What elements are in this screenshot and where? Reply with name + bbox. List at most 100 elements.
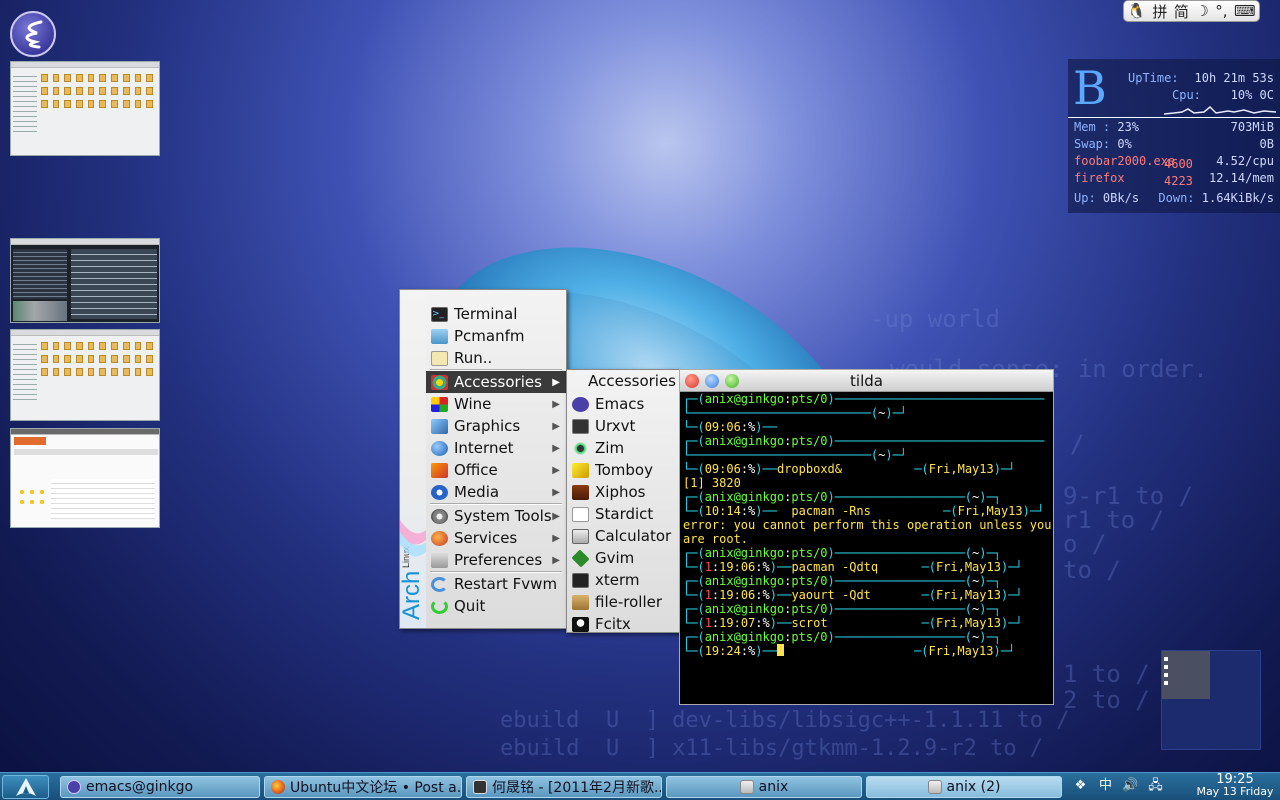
submenu-item-label: Stardict: [595, 505, 654, 523]
submenu-item-fcitx[interactable]: Fcitx: [567, 613, 679, 635]
ime-halfwidth-icon[interactable]: ☽: [1195, 2, 1208, 20]
swap-percent: 0%: [1117, 137, 1132, 151]
submenu-item-zim[interactable]: Zim: [567, 437, 679, 459]
taskbar-item-anix-2[interactable]: anix (2): [866, 776, 1062, 798]
menu-item-quit[interactable]: Quit: [426, 595, 566, 617]
submenu-item-file-roller[interactable]: file-roller: [567, 591, 679, 613]
ime-simplified-indicator[interactable]: 简: [1174, 1, 1189, 22]
submenu-arrow-icon: ▶: [552, 442, 560, 454]
submenu-item-xterm[interactable]: xterm: [567, 569, 679, 591]
submenu-arrow-icon: ▶: [552, 464, 560, 476]
menu-item-label: Graphics: [454, 417, 521, 435]
ime-punct-icon[interactable]: °,: [1215, 2, 1227, 20]
submenu-item-label: Urxvt: [595, 417, 636, 435]
task-label: anix: [758, 779, 789, 795]
bg-code-line: r1 to /: [1063, 506, 1165, 534]
menu-item-wine[interactable]: Wine ▶: [426, 393, 566, 415]
root-menu: Arch Linux >_ Terminal Pcmanfm Run.. Acc…: [398, 289, 567, 629]
menu-item-label: Services: [454, 529, 518, 547]
menu-item-label: Internet: [454, 439, 514, 457]
clock[interactable]: 19:25 May 13 Friday: [1193, 773, 1277, 798]
emacs-launcher-icon[interactable]: [10, 11, 56, 57]
submenu-arrow-icon: ▶: [552, 420, 560, 432]
submenu-item-urxvt[interactable]: Urxvt: [567, 415, 679, 437]
folder-icon: [739, 780, 754, 794]
process-value: 12.14/mem: [1208, 171, 1274, 185]
submenu-item-emacs[interactable]: Emacs: [567, 393, 679, 415]
menu-item-system-tools[interactable]: System Tools ▶: [426, 505, 566, 527]
minimize-button[interactable]: [705, 374, 719, 388]
penguin-icon[interactable]: 🐧: [1127, 2, 1146, 20]
start-menu-button[interactable]: [2, 775, 49, 799]
window-titlebar[interactable]: tilda: [680, 370, 1053, 392]
task-label: Ubuntu中文论坛 • Post a...: [290, 780, 462, 796]
terminal-output[interactable]: ┌─(anix@ginkgo:pts/0)───────────────────…: [680, 392, 1053, 704]
menu-item-pcmanfm[interactable]: Pcmanfm: [426, 325, 566, 347]
tilda-window[interactable]: tilda ┌─(anix@ginkgo:pts/0)─────────────…: [679, 369, 1054, 705]
submenu-item-label: Emacs: [595, 395, 645, 413]
submenu-item-stardict[interactable]: Stardict: [567, 503, 679, 525]
submenu-arrow-icon: ▶: [552, 398, 560, 410]
ime-pinyin-indicator[interactable]: 拼: [1152, 1, 1167, 22]
menu-item-label: Restart Fvwm: [454, 575, 558, 593]
menu-item-graphics[interactable]: Graphics ▶: [426, 415, 566, 437]
globe-icon: [431, 440, 448, 456]
taskbar-item-music[interactable]: 何晟铭 - [2011年2月新歌...: [466, 776, 662, 798]
accessories-icon: [431, 374, 448, 390]
keyboard-icon[interactable]: ⌨: [1234, 2, 1256, 20]
preferences-icon: [431, 552, 448, 568]
run-icon: [431, 350, 448, 366]
menu-item-services[interactable]: Services ▶: [426, 527, 566, 549]
submenu-item-gvim[interactable]: Gvim: [567, 547, 679, 569]
bg-code-line: o /: [1063, 530, 1107, 558]
taskbar-item-anix[interactable]: anix: [666, 776, 862, 798]
volume-icon[interactable]: 🔊: [1122, 777, 1139, 794]
accessories-submenu: Accessories Emacs Urxvt Zim Tomboy Xipho…: [566, 369, 680, 633]
cpu-value: 10% 0C: [1230, 88, 1274, 102]
submenu-item-xiphos[interactable]: Xiphos: [567, 481, 679, 503]
pager-thumb-desk2[interactable]: [10, 238, 160, 323]
zim-icon: [572, 440, 589, 456]
bg-code-line: to /: [1063, 556, 1121, 584]
taskbar-item-firefox[interactable]: Ubuntu中文论坛 • Post a...: [264, 776, 462, 798]
swap-label: Swap:: [1074, 137, 1111, 151]
menu-item-label: Accessories: [454, 373, 542, 391]
submenu-item-calculator[interactable]: Calculator: [567, 525, 679, 547]
menu-item-restart-fvwm[interactable]: Restart Fvwm: [426, 573, 566, 595]
menu-item-media[interactable]: Media ▶: [426, 481, 566, 503]
input-method-icon[interactable]: 中: [1097, 777, 1114, 794]
menu-item-internet[interactable]: Internet ▶: [426, 437, 566, 459]
power-icon: [431, 598, 448, 614]
task-label: anix (2): [946, 779, 1001, 795]
pager-thumb-desk3[interactable]: [10, 329, 160, 421]
network-icon[interactable]: 🖧: [1147, 777, 1164, 794]
submenu-item-label: Calculator: [595, 527, 672, 545]
menu-item-label: Terminal: [454, 305, 518, 323]
book-icon: [572, 484, 589, 500]
graphics-icon: [431, 418, 448, 434]
conky-monitor: B UpTime: 10h 21m 53s Cpu: 10% 0C Mem : …: [1068, 59, 1280, 213]
mini-desktop-window[interactable]: [1161, 650, 1261, 750]
wine-icon: [431, 396, 448, 412]
swap-value: 0B: [1259, 137, 1274, 151]
cpu-label: Cpu:: [1172, 88, 1201, 102]
menu-item-label: Preferences: [454, 551, 543, 569]
menu-item-terminal[interactable]: >_ Terminal: [426, 303, 566, 325]
dropbox-icon[interactable]: ❖: [1072, 777, 1089, 794]
menu-item-preferences[interactable]: Preferences ▶: [426, 549, 566, 571]
taskbar-item-emacs[interactable]: emacs@ginkgo: [60, 776, 260, 798]
close-button[interactable]: [685, 374, 699, 388]
folder-icon: [431, 328, 448, 344]
input-method-bar[interactable]: 🐧 拼 简 ☽ °, ⌨: [1123, 0, 1260, 22]
menu-item-run[interactable]: Run..: [426, 347, 566, 369]
bg-code-line: 9-r1 to /: [1063, 482, 1194, 510]
pager-thumb-desk1[interactable]: [10, 61, 160, 156]
net-up-value: 0Bk/s: [1102, 191, 1140, 205]
terminal-icon: [572, 572, 589, 588]
pager-thumb-desk4[interactable]: [10, 428, 160, 528]
menu-item-accessories[interactable]: Accessories ▶: [426, 371, 566, 393]
emacs-icon: [25, 20, 43, 49]
submenu-item-tomboy[interactable]: Tomboy: [567, 459, 679, 481]
menu-item-office[interactable]: Office ▶: [426, 459, 566, 481]
maximize-button[interactable]: [725, 374, 739, 388]
